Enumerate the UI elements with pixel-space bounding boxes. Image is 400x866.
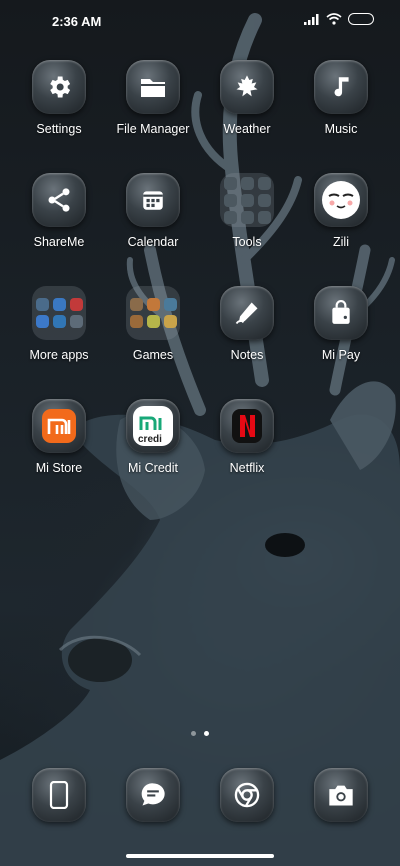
app-label: Zili <box>333 235 349 249</box>
app-label: Music <box>324 122 358 136</box>
shopping-bag-icon <box>314 286 368 340</box>
music-note-icon <box>314 60 368 114</box>
home-indicator[interactable] <box>126 854 274 858</box>
app-notes[interactable]: Notes <box>200 286 294 362</box>
signal-icon <box>304 13 319 25</box>
games-folder-icon <box>126 286 180 340</box>
app-mi-pay[interactable]: Mi Pay <box>294 286 388 362</box>
app-label: Settings <box>36 122 82 136</box>
app-label: Netflix <box>229 461 265 475</box>
tools-folder-icon <box>220 173 274 227</box>
app-label: File Manager <box>116 122 190 136</box>
app-more-apps-folder[interactable]: More apps <box>12 286 106 362</box>
dock-phone[interactable] <box>12 768 106 822</box>
clock-time: 2:36 AM <box>52 14 102 29</box>
app-label: Weather <box>223 122 271 136</box>
more-apps-folder-icon <box>32 286 86 340</box>
dock <box>0 768 400 824</box>
mi-credit-icon: credi <box>126 399 180 453</box>
battery-icon <box>348 13 374 25</box>
app-zili[interactable]: Zili <box>294 173 388 249</box>
app-calendar[interactable]: Calendar <box>106 173 200 249</box>
status-bar: 2:36 AM <box>0 0 400 44</box>
phone-icon <box>32 768 86 822</box>
app-games-folder[interactable]: Games <box>106 286 200 362</box>
wifi-icon <box>326 13 342 25</box>
app-weather[interactable]: Weather <box>200 60 294 136</box>
page-dot-active <box>204 731 209 736</box>
app-music[interactable]: Music <box>294 60 388 136</box>
app-label: ShareMe <box>33 235 85 249</box>
dock-chrome[interactable] <box>200 768 294 822</box>
app-label: More apps <box>29 348 89 362</box>
app-mi-credit[interactable]: credi Mi Credit <box>106 399 200 475</box>
message-icon <box>126 768 180 822</box>
zili-face-icon <box>314 173 368 227</box>
app-label: Tools <box>232 235 262 249</box>
app-settings[interactable]: Settings <box>12 60 106 136</box>
app-netflix[interactable]: Netflix <box>200 399 294 475</box>
app-label: Calendar <box>127 235 179 249</box>
camera-icon <box>314 768 368 822</box>
app-tools-folder[interactable]: Tools <box>200 173 294 249</box>
folder-icon <box>126 60 180 114</box>
app-label: Mi Credit <box>127 461 178 475</box>
dock-camera[interactable] <box>294 768 388 822</box>
svg-text:credi: credi <box>138 434 162 445</box>
app-mi-store[interactable]: Mi Store <box>12 399 106 475</box>
page-indicator <box>0 731 400 736</box>
calendar-icon <box>126 173 180 227</box>
app-label: Notes <box>230 348 264 362</box>
pen-icon <box>220 286 274 340</box>
app-shareme[interactable]: ShareMe <box>12 173 106 249</box>
status-icons <box>304 13 374 25</box>
mi-logo-icon <box>32 399 86 453</box>
chrome-icon <box>220 768 274 822</box>
maple-leaf-icon <box>220 60 274 114</box>
gear-icon <box>32 60 86 114</box>
dock-messages[interactable] <box>106 768 200 822</box>
app-file-manager[interactable]: File Manager <box>106 60 200 136</box>
share-icon <box>32 173 86 227</box>
netflix-icon <box>220 399 274 453</box>
app-label: Mi Store <box>35 461 83 475</box>
app-label: Mi Pay <box>321 348 361 362</box>
page-dot <box>191 731 196 736</box>
app-label: Games <box>132 348 174 362</box>
